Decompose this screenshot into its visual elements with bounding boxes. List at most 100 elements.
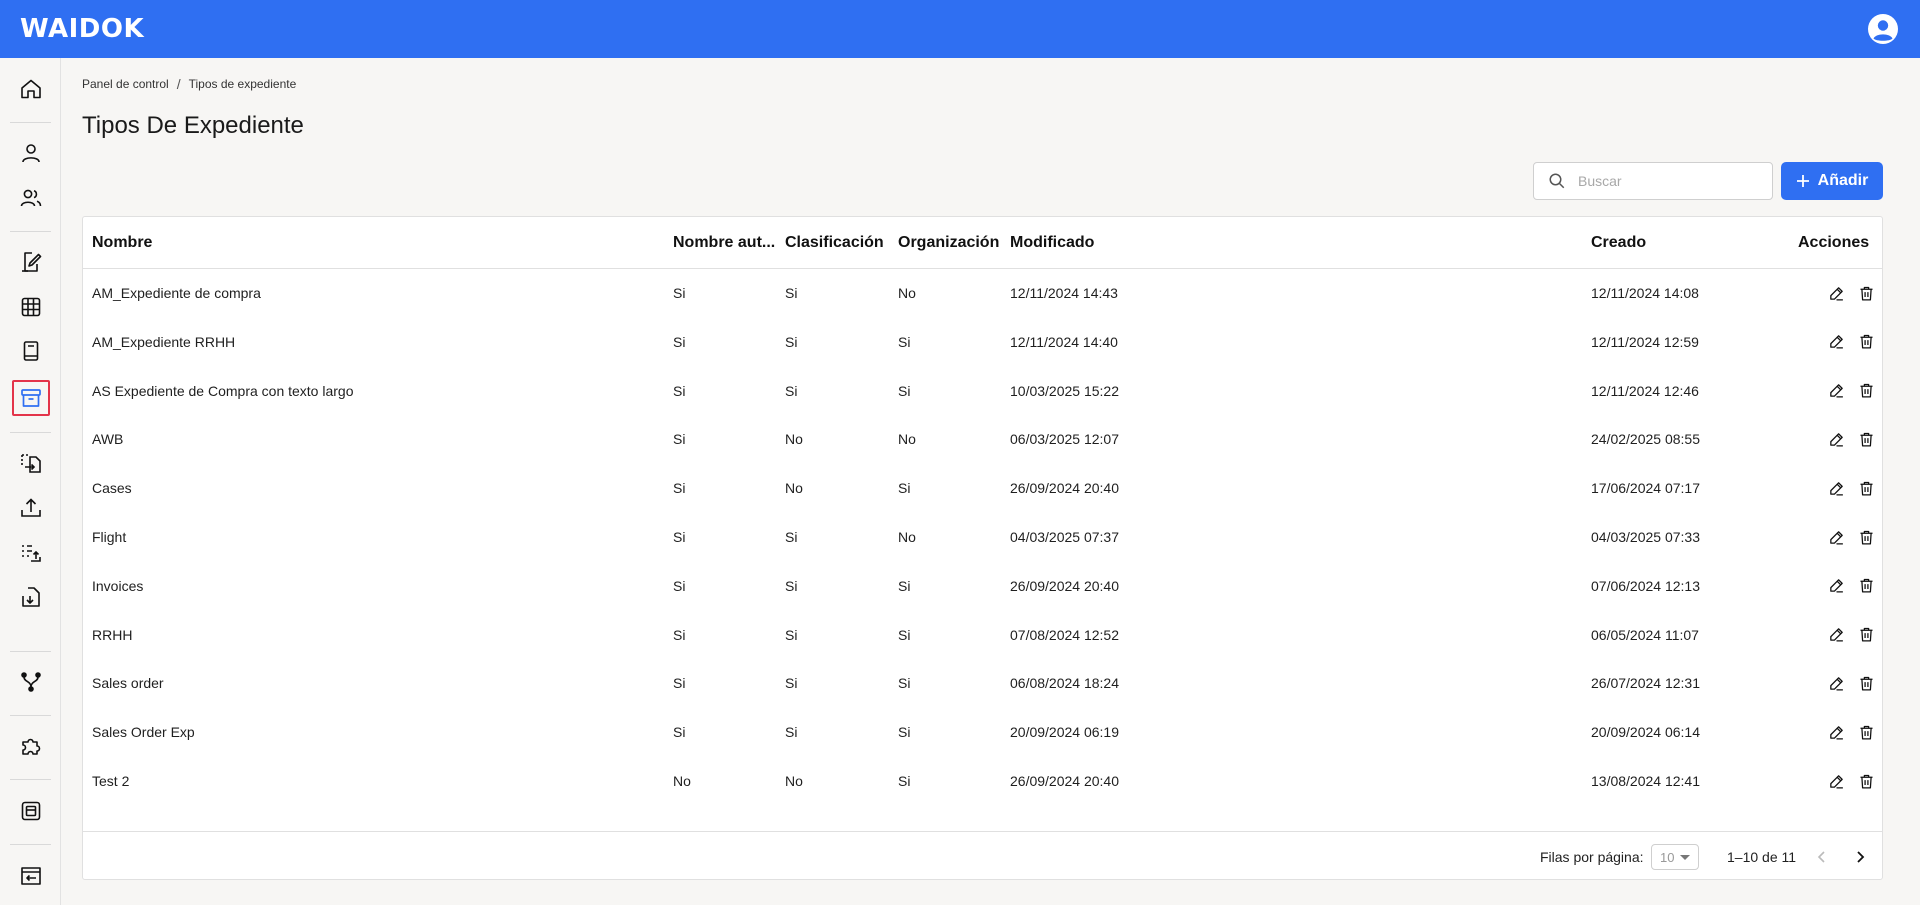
cell-organizacion: Si: [898, 724, 911, 741]
column-header-modificado[interactable]: Modificado: [1010, 217, 1094, 269]
sidebar-item-workflow[interactable]: [12, 664, 50, 700]
cell-clasificacion: Si: [785, 333, 798, 350]
sidebar-item-user[interactable]: [12, 135, 50, 171]
cell-organizacion: No: [898, 431, 916, 448]
edit-button[interactable]: [1825, 672, 1847, 694]
delete-button[interactable]: [1855, 770, 1877, 792]
cell-modificado: 26/09/2024 20:40: [1010, 577, 1119, 594]
sidebar-item-file-transfer[interactable]: [12, 445, 50, 481]
table-row[interactable]: Flight Si Si No 04/03/2025 07:37 04/03/2025 0…: [83, 513, 1882, 562]
column-header-nombre[interactable]: Nombre: [92, 217, 152, 269]
cell-nombre: Sales Order Exp: [92, 724, 195, 741]
cell-creado: 12/11/2024 12:59: [1591, 333, 1699, 350]
search-input[interactable]: [1578, 173, 1758, 189]
breadcrumb-link-home[interactable]: Panel de control: [82, 77, 169, 91]
edit-button[interactable]: [1825, 770, 1847, 792]
pencil-icon: [1829, 384, 1843, 398]
edit-button[interactable]: [1825, 624, 1847, 646]
plus-icon: [1796, 175, 1809, 187]
delete-button[interactable]: [1855, 380, 1877, 402]
sidebar-item-archive[interactable]: [12, 380, 50, 416]
sidebar-item-document-edit[interactable]: [12, 244, 50, 280]
edit-button[interactable]: [1825, 282, 1847, 304]
edit-button[interactable]: [1825, 428, 1847, 450]
table-row[interactable]: Invoices Si Si Si 26/09/2024 20:40 07/06/2024…: [83, 562, 1882, 611]
delete-button[interactable]: [1855, 624, 1877, 646]
column-header-organizacion[interactable]: Organización: [898, 217, 999, 269]
table-row[interactable]: Cases Si No Si 26/09/2024 20:40 17/06/2024 07…: [83, 464, 1882, 513]
table-row[interactable]: AS Expediente de Compra con texto largo S…: [83, 367, 1882, 416]
cell-nombre: AM_Expediente RRHH: [92, 333, 236, 350]
table-icon: [21, 297, 41, 317]
next-page-button[interactable]: [1847, 844, 1873, 870]
sidebar-item-list-upload[interactable]: [12, 535, 50, 571]
table-row[interactable]: RRHH Si Si Si 07/08/2024 12:52 06/05/2024 11:…: [83, 611, 1882, 660]
edit-button[interactable]: [1825, 575, 1847, 597]
delete-button[interactable]: [1855, 672, 1877, 694]
user-account-button[interactable]: [1866, 12, 1900, 46]
delete-button[interactable]: [1855, 575, 1877, 597]
sidebar-item-plugins[interactable]: [12, 728, 50, 764]
cell-clasificacion: Si: [785, 529, 798, 545]
table-row[interactable]: Test 2 No No Si 26/09/2024 20:40 13/08/2024 1…: [83, 757, 1882, 806]
edit-button[interactable]: [1825, 380, 1847, 402]
sidebar-divider: [10, 779, 51, 780]
cell-clasificacion: Si: [785, 675, 798, 692]
pencil-icon: [1829, 628, 1843, 642]
column-header-creado[interactable]: Creado: [1591, 217, 1646, 269]
pencil-icon: [1829, 481, 1843, 496]
column-header-nombre-auto[interactable]: Nombre aut...: [673, 217, 775, 269]
cell-organizacion: Si: [898, 773, 911, 789]
search-box[interactable]: [1533, 162, 1773, 200]
delete-button[interactable]: [1855, 526, 1877, 548]
sidebar-item-exit[interactable]: [12, 858, 50, 894]
table-row[interactable]: Sales order Si Si Si 06/08/2024 18:24 26/07/2…: [83, 659, 1882, 708]
app-logo[interactable]: WAIDOK: [20, 14, 144, 44]
table-row[interactable]: AM_Expediente RRHH Si Si Si 12/11/2024 14:40…: [83, 318, 1882, 367]
edit-button[interactable]: [1825, 331, 1847, 353]
delete-button[interactable]: [1855, 331, 1877, 353]
browser-exit-icon: [21, 867, 41, 885]
pencil-icon: [1829, 677, 1843, 691]
sidebar-item-upload[interactable]: [12, 490, 50, 526]
delete-button[interactable]: [1855, 428, 1877, 450]
pencil-icon: [1829, 433, 1843, 447]
previous-page-button[interactable]: [1809, 844, 1835, 870]
sidebar-item-home[interactable]: [12, 71, 50, 107]
cell-creado: 12/11/2024 12:46: [1591, 382, 1699, 399]
cell-modificado: 12/11/2024 14:43: [1010, 285, 1118, 301]
caret-down-icon: [1680, 855, 1690, 860]
rows-per-page-value: 10: [1660, 849, 1675, 865]
add-button[interactable]: Añadir: [1781, 162, 1883, 200]
cell-clasificacion: No: [785, 431, 803, 448]
sidebar-item-download-document[interactable]: [12, 579, 50, 615]
column-header-clasificacion[interactable]: Clasificación: [785, 217, 884, 269]
edit-button[interactable]: [1825, 526, 1847, 548]
cell-nombre-auto: Si: [673, 529, 686, 545]
cell-clasificacion: Si: [785, 626, 798, 643]
cell-creado: 17/06/2024 07:17: [1591, 480, 1700, 497]
table-row[interactable]: AWB Si No No 06/03/2025 12:07 24/02/2025 08:5…: [83, 415, 1882, 464]
sidebar-item-users[interactable]: [12, 180, 50, 216]
file-transfer-icon: [21, 454, 41, 473]
cell-clasificacion: No: [785, 773, 803, 789]
edit-button[interactable]: [1825, 477, 1847, 499]
sidebar: [0, 58, 61, 905]
add-button-label: Añadir: [1817, 172, 1869, 189]
delete-button[interactable]: [1855, 477, 1877, 499]
sidebar-item-templates[interactable]: [12, 793, 50, 829]
user-icon: [22, 144, 40, 163]
delete-button[interactable]: [1855, 721, 1877, 743]
rows-per-page-select[interactable]: 10: [1651, 844, 1699, 870]
cell-modificado: 26/09/2024 20:40: [1010, 480, 1119, 497]
table-row[interactable]: Sales Order Exp Si Si Si 20/09/2024 06:19 20/…: [83, 708, 1882, 757]
cell-clasificacion: Si: [785, 285, 798, 301]
pencil-icon: [1829, 774, 1843, 789]
cell-organizacion: No: [898, 285, 916, 301]
table-row[interactable]: AM_Expediente de compra Si Si No 12/11/2024 …: [83, 269, 1882, 318]
sidebar-item-book[interactable]: [12, 333, 50, 369]
delete-button[interactable]: [1855, 282, 1877, 304]
cell-nombre: Flight: [92, 529, 127, 545]
edit-button[interactable]: [1825, 721, 1847, 743]
sidebar-item-table[interactable]: [12, 289, 50, 325]
